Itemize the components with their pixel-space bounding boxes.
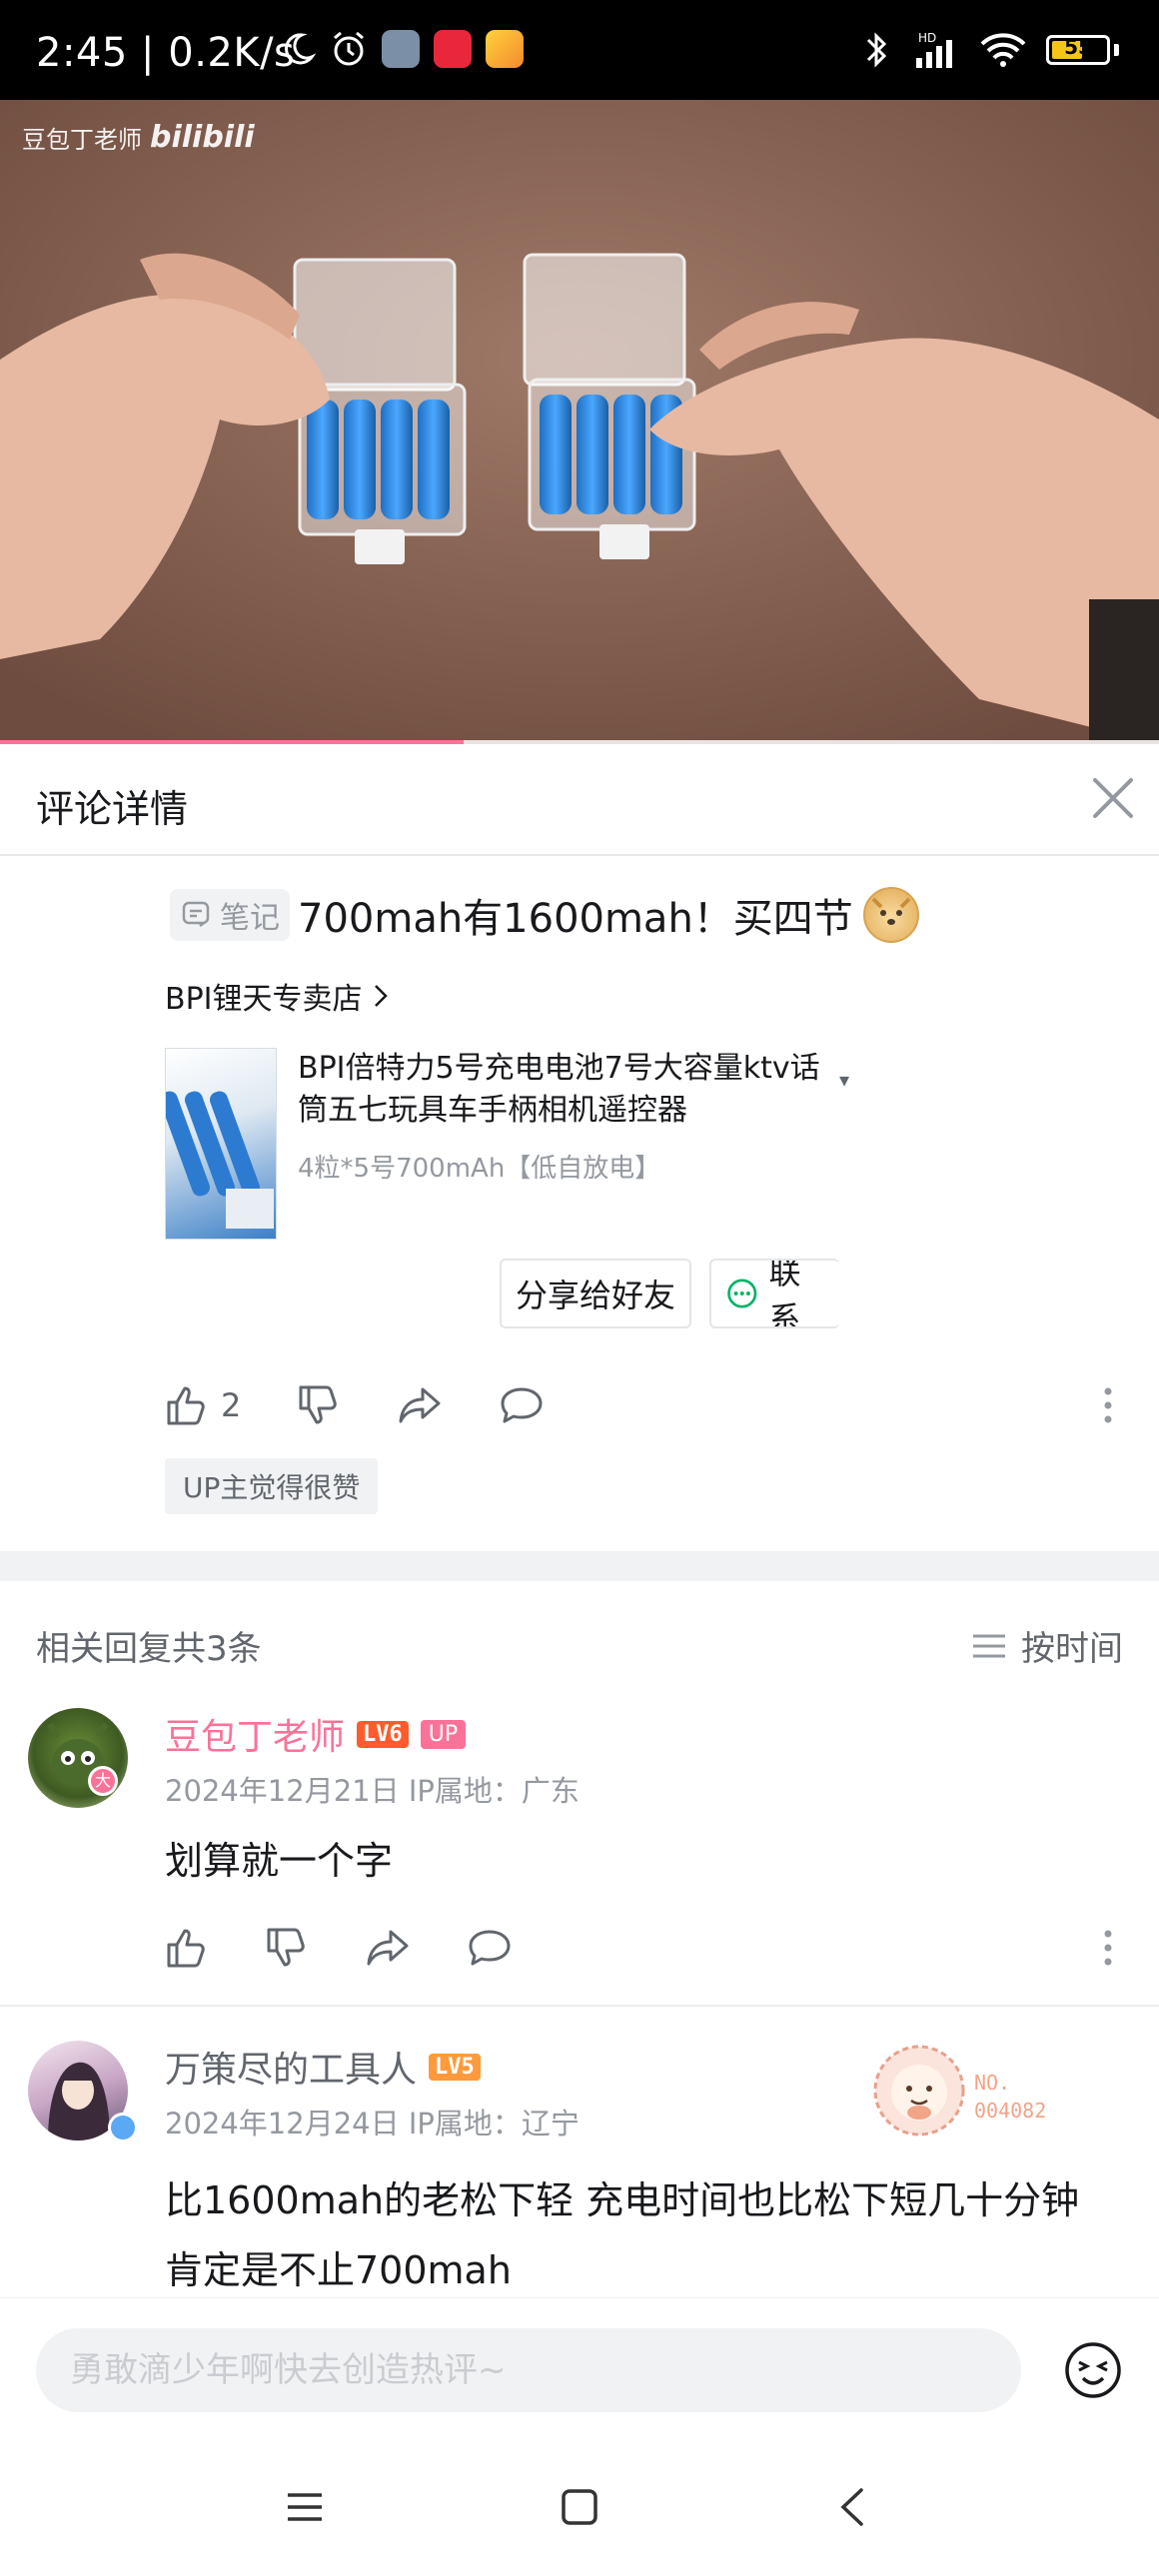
reply-text: 比1600mah的老松下轻 充电时间也比松下短几十分钟 肯定是不止700mah xyxy=(165,2178,1080,2292)
product-card[interactable]: BPI倍特力5号充电电池7号大容量ktv话筒五七玩具车手柄相机遥控器 4粒*5号… xyxy=(165,1048,849,1248)
fan-badge-id: 004082 xyxy=(974,2099,1047,2123)
home-icon[interactable] xyxy=(555,2482,604,2532)
up-tag: UP xyxy=(420,1719,467,1749)
share-icon xyxy=(399,1387,441,1423)
note-tag[interactable]: 笔记 xyxy=(170,889,290,941)
comment-icon xyxy=(501,1387,543,1423)
status-bar: 2:45 | 0.2K/s HD 55 xyxy=(0,0,1159,100)
moon-icon xyxy=(285,33,316,65)
note-icon xyxy=(182,901,210,927)
store-link[interactable]: BPI锂天专卖店 xyxy=(165,974,389,1018)
chat-bubble-icon xyxy=(727,1279,757,1308)
system-nav-bar xyxy=(0,2437,1159,2576)
app-icon-yellow xyxy=(486,30,524,68)
reply-divider xyxy=(0,2005,1159,2007)
product-title: BPI倍特力5号充电电池7号大容量ktv话筒五七玩具车手柄相机遥控器 xyxy=(298,1051,820,1128)
back-icon[interactable] xyxy=(829,2482,879,2532)
fan-badge: NO. 004082 xyxy=(869,2041,1079,2150)
thumbs-down-icon xyxy=(299,1385,338,1424)
sort-lines-icon xyxy=(973,1634,1005,1657)
reply-meta: 2024年12月24日 IP属地：辽宁 xyxy=(165,2107,580,2141)
like-button[interactable]: 2 xyxy=(165,1383,241,1427)
app-icon-blue xyxy=(382,30,420,68)
comment-input[interactable]: 勇敢滴少年啊快去创造热评~ xyxy=(36,2328,1021,2412)
reply-button[interactable] xyxy=(467,1926,513,1970)
thumbs-down-icon xyxy=(267,1928,305,1967)
video-watermark: 豆包丁老师 bilibili xyxy=(22,120,255,155)
chevron-right-icon xyxy=(374,985,388,1007)
bluetooth-icon xyxy=(866,32,887,68)
share-button[interactable] xyxy=(365,1926,411,1970)
status-icons-left xyxy=(280,30,524,68)
replies-header: 相关回复共3条 按时间 xyxy=(0,1581,1159,1691)
more-options-icon[interactable] xyxy=(1102,1383,1114,1427)
comment-detail-header: 评论详情 xyxy=(0,744,1159,856)
reply-actions xyxy=(165,1918,1114,1978)
wifi-icon xyxy=(980,33,1026,67)
chevron-down-icon: ▾ xyxy=(838,1068,849,1092)
reply-text: 划算就一个字 xyxy=(165,1839,394,1883)
battery-tip xyxy=(1114,44,1119,56)
fan-badge-no: NO. xyxy=(974,2071,1011,2095)
video-player[interactable]: 豆包丁老师 bilibili xyxy=(0,100,1159,744)
dislike-button[interactable] xyxy=(265,1926,309,1970)
comment-icon xyxy=(469,1930,511,1966)
comment-composer: 勇敢滴少年啊快去创造热评~ xyxy=(0,2297,1159,2438)
fan-badge-icon xyxy=(873,2045,965,2137)
share-icon xyxy=(367,1930,409,1966)
like-button[interactable] xyxy=(165,1926,209,1970)
avatar[interactable] xyxy=(28,1708,128,1808)
comment-text: 700mah有1600mah！买四节 xyxy=(298,896,853,942)
thumbs-up-icon xyxy=(167,1929,205,1968)
comment-actions: 2 xyxy=(165,1375,1114,1435)
battery-icon: 55 xyxy=(1046,35,1110,65)
thumbs-up-icon xyxy=(167,1386,205,1425)
section-divider xyxy=(0,1551,1159,1581)
reply-author[interactable]: 万策尽的工具人 LV5 xyxy=(165,2041,481,2093)
sort-by-time-button[interactable]: 按时间 xyxy=(971,1621,1123,1670)
reply-meta: 2024年12月21日 IP属地：广东 xyxy=(165,1774,580,1808)
vip-badge-icon: 大 xyxy=(88,1766,118,1796)
status-icons-right: HD 55 xyxy=(862,30,1119,70)
product-actions: 分享给好友 联系 xyxy=(500,1259,840,1328)
video-frame xyxy=(0,100,1159,744)
reply-button[interactable] xyxy=(499,1383,545,1427)
emoji-icon[interactable] xyxy=(1063,2340,1123,2400)
svg-text:HD: HD xyxy=(918,31,936,45)
share-to-friend-button[interactable]: 分享给好友 xyxy=(500,1259,692,1328)
page-title: 评论详情 xyxy=(36,787,189,831)
alarm-icon xyxy=(334,31,364,66)
level-badge: LV6 xyxy=(357,1720,409,1748)
product-spec: 4粒*5号700mAh【低自放电】 xyxy=(298,1154,661,1184)
comment-content: 笔记 700mah有1600mah！买四节 xyxy=(170,886,919,944)
menu-icon[interactable] xyxy=(280,2482,330,2532)
up-liked-badge: UP主觉得很赞 xyxy=(165,1458,379,1514)
more-options-icon[interactable] xyxy=(1102,1926,1114,1970)
level-badge: LV5 xyxy=(429,2053,481,2081)
share-button[interactable] xyxy=(397,1383,443,1427)
close-icon[interactable] xyxy=(1085,770,1141,826)
app-icon-red xyxy=(434,30,472,68)
doge-emoji-icon xyxy=(862,887,919,943)
product-image xyxy=(165,1048,277,1240)
clock: 2:45 | 0.2K/s xyxy=(36,30,296,76)
dislike-button[interactable] xyxy=(297,1383,341,1427)
verified-icon xyxy=(108,2113,138,2143)
reply-author[interactable]: 豆包丁老师 LV6 UP xyxy=(165,1708,467,1760)
contact-button[interactable]: 联系 xyxy=(709,1259,840,1328)
signal-icon: HD xyxy=(916,31,952,68)
replies-count: 相关回复共3条 xyxy=(36,1629,262,1669)
